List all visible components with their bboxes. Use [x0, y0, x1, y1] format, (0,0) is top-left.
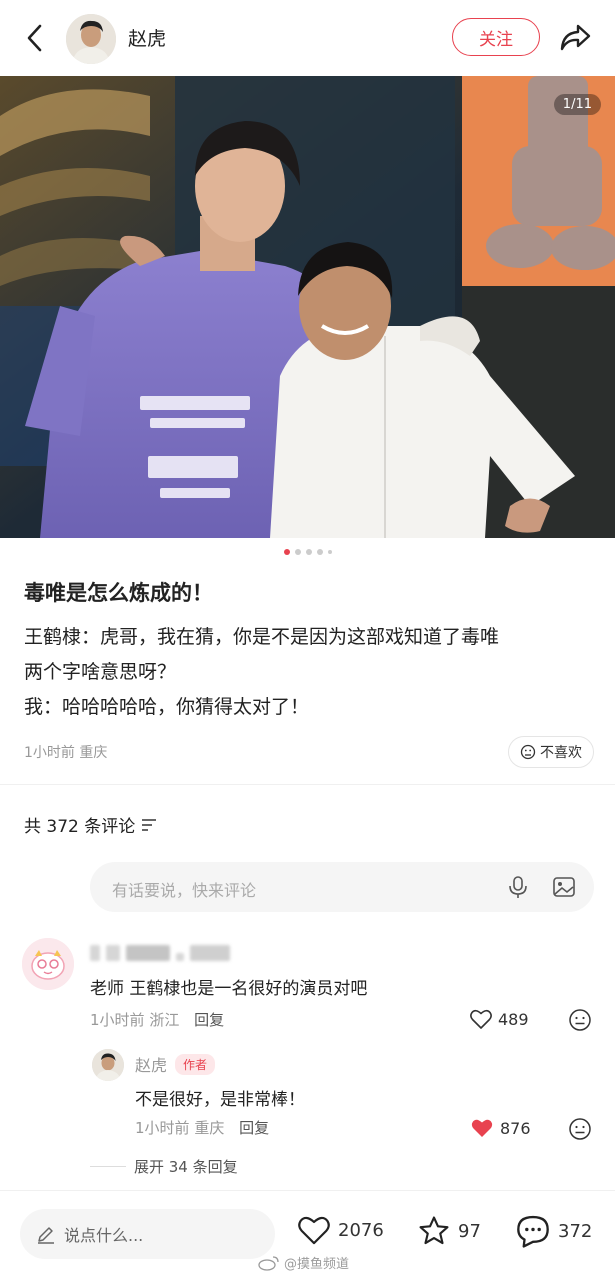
heart-outline-icon	[298, 1216, 330, 1245]
follow-button[interactable]: 关注	[452, 18, 540, 56]
post-time: 1小时前	[24, 745, 75, 761]
like-count: 2076	[338, 1219, 384, 1241]
favorite-count: 97	[458, 1220, 481, 1242]
reply-text: 不是很好，是非常棒！	[135, 1090, 305, 1110]
expand-line	[90, 1166, 126, 1167]
carousel-dots	[0, 549, 615, 555]
reply-button[interactable]: 回复	[194, 1011, 224, 1029]
emoji-reaction-icon[interactable]	[568, 1008, 592, 1036]
reply-meta: 1小时前 重庆 回复	[135, 1117, 269, 1138]
image-counter: 1/11	[553, 94, 601, 115]
reply-like-button[interactable]: 876	[469, 1117, 531, 1139]
comment-total: 372	[558, 1220, 593, 1242]
microphone-icon[interactable]	[508, 875, 528, 903]
post-body-line: 两个字啥意思呀？	[24, 661, 177, 683]
carousel-dot[interactable]	[327, 550, 332, 554]
chat-bubble-icon	[517, 1215, 549, 1248]
say-something-input[interactable]: 说点什么...	[20, 1209, 275, 1259]
divider	[0, 784, 615, 785]
heart-filled-icon	[471, 1119, 493, 1137]
post-image[interactable]: 1/11	[0, 76, 615, 538]
comment-input-placeholder: 有话要说，快来评论	[112, 881, 257, 900]
reply-like-count: 876	[500, 1118, 531, 1138]
sort-icon[interactable]	[141, 818, 157, 832]
reply-location: 重庆	[194, 1119, 225, 1137]
comment-meta: 1小时前 浙江 回复	[90, 1009, 224, 1030]
post-location: 重庆	[79, 745, 108, 761]
post-body-line: 我：哈哈哈哈哈，你猜得太对了！	[24, 696, 310, 718]
watermark-text: @摸鱼频道	[284, 1257, 350, 1272]
comment-count[interactable]: 共 372 条评论	[24, 812, 157, 837]
emoji-reaction-icon[interactable]	[568, 1117, 592, 1145]
reply-author[interactable]: 赵虎 作者	[135, 1052, 216, 1076]
redacted-block	[106, 945, 120, 961]
sad-face-icon	[520, 744, 536, 760]
star-icon	[419, 1216, 449, 1245]
carousel-dot-active[interactable]	[283, 549, 290, 555]
reply-author-name: 赵虎	[135, 1056, 168, 1075]
comment-text: 老师 王鹤棣也是一名很好的演员对吧	[90, 979, 368, 999]
redacted-block	[176, 953, 184, 961]
share-icon[interactable]	[558, 22, 592, 54]
reply-time: 1小时前	[135, 1119, 190, 1137]
dislike-label: 不喜欢	[540, 745, 582, 761]
post-title: 毒唯是怎么炼成的！	[24, 581, 213, 605]
dislike-button[interactable]: 不喜欢	[508, 736, 594, 768]
carousel-dot[interactable]	[305, 549, 312, 555]
redacted-block	[126, 945, 170, 961]
like-button[interactable]: 2076	[296, 1214, 384, 1246]
post-body-line: 王鹤棣：虎哥，我在猜，你是不是因为这部戏知道了毒唯	[24, 626, 500, 648]
weibo-logo-icon	[258, 1255, 279, 1271]
carousel-dot[interactable]	[316, 549, 323, 555]
redacted-block	[90, 945, 100, 961]
bottom-action-bar: 说点什么... 2076 97 372 @摸鱼频道	[0, 1190, 615, 1280]
post-body: 王鹤棣：虎哥，我在猜，你是不是因为这部戏知道了毒唯 两个字啥意思呀？ 我：哈哈哈…	[24, 620, 594, 725]
photo-illustration	[0, 76, 615, 538]
watermark: @摸鱼频道	[258, 1253, 349, 1272]
author-avatar[interactable]	[66, 14, 116, 64]
heart-outline-icon	[470, 1009, 492, 1029]
comment-count-label: 共 372 条评论	[24, 817, 136, 837]
reply-button[interactable]: 回复	[239, 1119, 269, 1137]
post-meta: 1小时前 重庆	[24, 742, 107, 762]
reply-author-avatar[interactable]	[92, 1049, 124, 1081]
redacted-block	[190, 945, 230, 961]
favorite-button[interactable]: 97	[416, 1214, 481, 1248]
author-name[interactable]: 赵虎	[128, 24, 166, 51]
commenter-name-redacted[interactable]	[90, 942, 230, 964]
comment-like-button[interactable]: 489	[469, 1008, 529, 1030]
back-arrow-icon[interactable]	[20, 22, 48, 54]
commenter-avatar[interactable]	[22, 938, 74, 990]
image-icon[interactable]	[552, 875, 576, 903]
carousel-dot[interactable]	[294, 549, 301, 555]
say-placeholder: 说点什么...	[64, 1226, 144, 1245]
top-bar: 赵虎 关注	[0, 0, 615, 76]
comment-time: 1小时前	[90, 1011, 145, 1029]
comment-button[interactable]: 372	[514, 1214, 592, 1248]
comment-location: 浙江	[149, 1011, 180, 1029]
comment-input[interactable]: 有话要说，快来评论	[90, 862, 594, 912]
expand-replies-button[interactable]: 展开 34 条回复	[90, 1156, 238, 1177]
expand-replies-label: 展开 34 条回复	[134, 1158, 238, 1176]
pencil-icon	[38, 1227, 54, 1244]
author-tag: 作者	[175, 1053, 216, 1075]
comment-like-count: 489	[498, 1009, 529, 1029]
